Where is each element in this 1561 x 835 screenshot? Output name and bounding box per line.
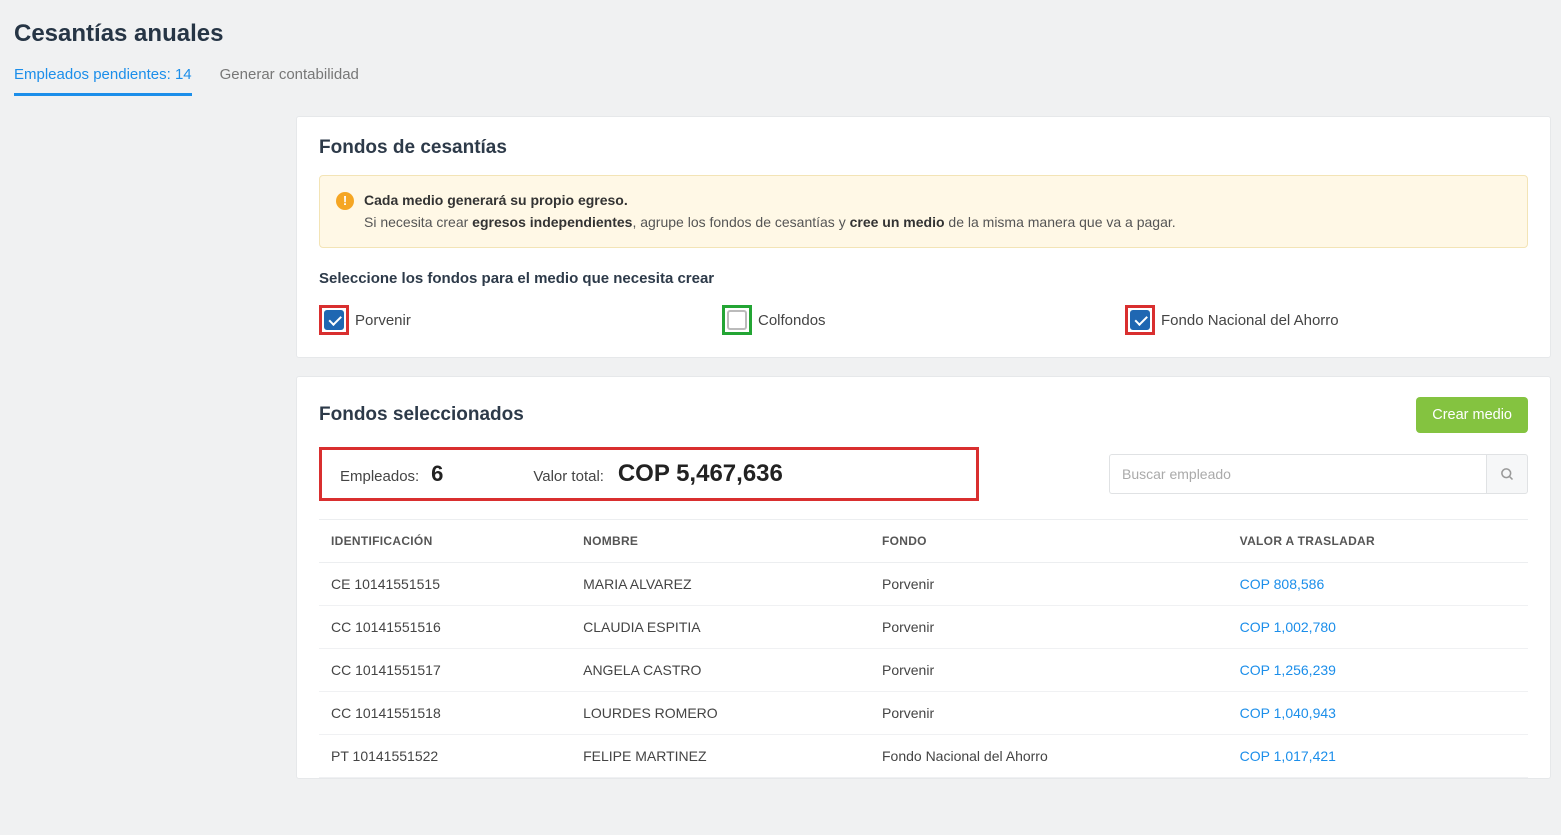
warning-icon: ! — [336, 192, 354, 210]
checkbox-highlight — [1125, 305, 1155, 335]
value-link[interactable]: COP 1,256,239 — [1240, 662, 1336, 678]
selected-funds-panel: Fondos seleccionados Crear medio Emplead… — [296, 376, 1551, 779]
cell-value: COP 1,040,943 — [1228, 692, 1528, 735]
summary-box: Empleados: 6 Valor total: COP 5,467,636 — [319, 447, 979, 501]
select-funds-label: Seleccione los fondos para el medio que … — [319, 270, 1528, 287]
col-name: NOMBRE — [571, 520, 870, 563]
cell-identification: CC 10141551517 — [319, 649, 571, 692]
fund-label: Porvenir — [355, 312, 411, 329]
tab-pending-employees[interactable]: Empleados pendientes: 14 — [14, 66, 192, 96]
cell-identification: PT 10141551522 — [319, 735, 571, 778]
value-link[interactable]: COP 1,017,421 — [1240, 748, 1336, 764]
table-row: CC 10141551518LOURDES ROMEROPorvenir COP … — [319, 692, 1528, 735]
table-row: CC 10141551517ANGELA CASTROPorvenir COP 1… — [319, 649, 1528, 692]
checkbox-highlight — [722, 305, 752, 335]
fund-label: Fondo Nacional del Ahorro — [1161, 312, 1339, 329]
cell-name: MARIA ALVAREZ — [571, 563, 870, 606]
create-medium-button[interactable]: Crear medio — [1416, 397, 1528, 433]
alert-line2-bold1: egresos independientes — [472, 214, 632, 230]
funds-panel-title: Fondos de cesantías — [319, 137, 1528, 159]
cell-name: ANGELA CASTRO — [571, 649, 870, 692]
cell-name: FELIPE MARTINEZ — [571, 735, 870, 778]
cell-name: CLAUDIA ESPITIA — [571, 606, 870, 649]
alert-line2-pre: Si necesita crear — [364, 214, 472, 230]
fund-option[interactable]: Porvenir — [319, 305, 722, 335]
cell-value: COP 1,256,239 — [1228, 649, 1528, 692]
table-header-row: IDENTIFICACIÓN NOMBRE FONDO VALOR A TRAS… — [319, 520, 1528, 563]
cell-fund: Porvenir — [870, 563, 1228, 606]
cell-name: LOURDES ROMERO — [571, 692, 870, 735]
info-alert: ! Cada medio generará su propio egreso. … — [319, 175, 1528, 248]
funds-checkbox-row: Porvenir Colfondos Fondo Nacional del Ahor… — [319, 305, 1528, 335]
col-value: VALOR A TRASLADAR — [1228, 520, 1528, 563]
fund-label: Colfondos — [758, 312, 826, 329]
tabs: Empleados pendientes: 14 Generar contabi… — [14, 66, 1551, 96]
value-link[interactable]: COP 1,002,780 — [1240, 619, 1336, 635]
page-title: Cesantías anuales — [14, 20, 1551, 48]
cell-identification: CC 10141551518 — [319, 692, 571, 735]
table-row: CE 10141551515MARIA ALVAREZPorvenir COP 8… — [319, 563, 1528, 606]
alert-line2-post: de la misma manera que va a pagar. — [945, 214, 1176, 230]
employees-count: 6 — [431, 461, 443, 486]
search-input[interactable] — [1109, 454, 1486, 494]
search-wrap — [1109, 447, 1528, 501]
search-icon — [1500, 467, 1515, 482]
alert-line2-bold2: cree un medio — [850, 214, 945, 230]
funds-panel: Fondos de cesantías ! Cada medio generar… — [296, 116, 1551, 358]
employees-table: IDENTIFICACIÓN NOMBRE FONDO VALOR A TRAS… — [319, 519, 1528, 778]
selected-panel-title: Fondos seleccionados — [319, 404, 524, 426]
cell-value: COP 1,002,780 — [1228, 606, 1528, 649]
fund-option[interactable]: Colfondos — [722, 305, 1125, 335]
col-fund: FONDO — [870, 520, 1228, 563]
cell-identification: CC 10141551516 — [319, 606, 571, 649]
total-label: Valor total: — [533, 468, 604, 485]
checkbox[interactable] — [324, 310, 344, 330]
cell-fund: Porvenir — [870, 606, 1228, 649]
cell-fund: Porvenir — [870, 692, 1228, 735]
cell-fund: Fondo Nacional del Ahorro — [870, 735, 1228, 778]
checkbox[interactable] — [727, 310, 747, 330]
alert-line2-mid: , agrupe los fondos de cesantías y — [632, 214, 849, 230]
table-row: PT 10141551522FELIPE MARTINEZFondo Nacio… — [319, 735, 1528, 778]
tab-generate-accounting[interactable]: Generar contabilidad — [220, 66, 359, 96]
cell-value: COP 808,586 — [1228, 563, 1528, 606]
col-identification: IDENTIFICACIÓN — [319, 520, 571, 563]
table-row: CC 10141551516CLAUDIA ESPITIAPorvenir COP… — [319, 606, 1528, 649]
alert-body: Cada medio generará su propio egreso. Si… — [364, 190, 1176, 233]
cell-fund: Porvenir — [870, 649, 1228, 692]
checkbox-highlight — [319, 305, 349, 335]
total-value: COP 5,467,636 — [618, 460, 783, 487]
employees-label: Empleados: — [340, 468, 419, 485]
cell-identification: CE 10141551515 — [319, 563, 571, 606]
checkbox[interactable] — [1130, 310, 1150, 330]
fund-option[interactable]: Fondo Nacional del Ahorro — [1125, 305, 1528, 335]
cell-value: COP 1,017,421 — [1228, 735, 1528, 778]
value-link[interactable]: COP 808,586 — [1240, 576, 1325, 592]
value-link[interactable]: COP 1,040,943 — [1240, 705, 1336, 721]
search-button[interactable] — [1486, 454, 1528, 494]
alert-line1: Cada medio generará su propio egreso. — [364, 192, 628, 208]
